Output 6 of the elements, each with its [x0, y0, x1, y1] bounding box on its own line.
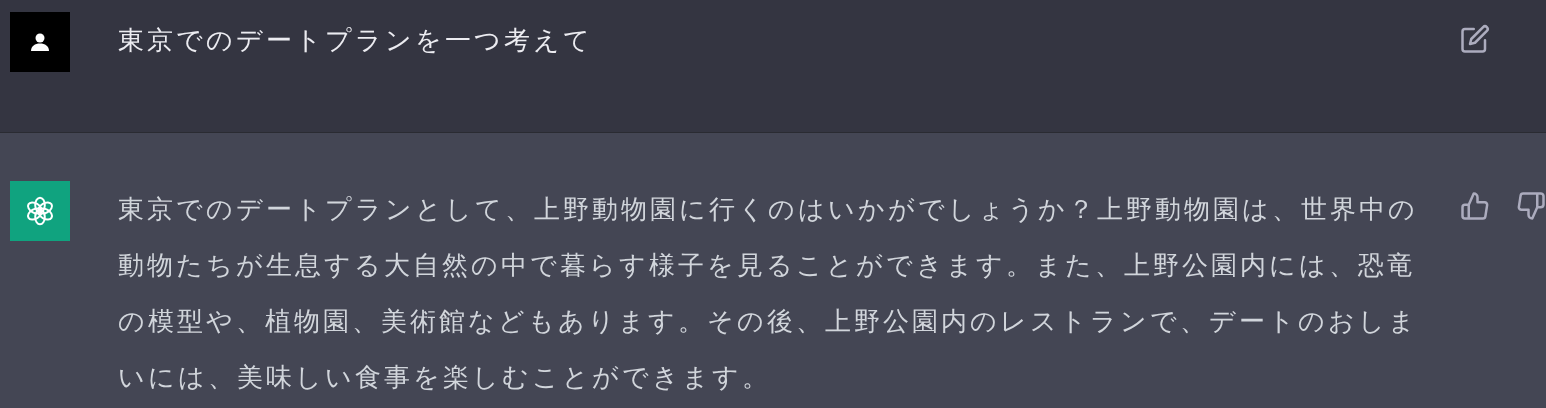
user-message: 東京でのデートプランを一つ考えて [118, 24, 594, 57]
edit-icon[interactable] [1460, 24, 1490, 54]
thumbs-up-icon[interactable] [1460, 191, 1490, 221]
assistant-message: 東京でのデートプランとして、上野動物園に行くのはいかがでしょうか？上野動物園は、世界中の動物たちが生息する大自然の中で暮らす様子を見ることができます。また、上野公園内には、恐竜の模型や、植物園、美術館などもあります。その後、上野公園内のレストランで、デートのおしまいには、美味しい食事を楽しむことができます。 [118, 193, 1419, 394]
knot-logo-icon [24, 195, 56, 227]
thumbs-down-icon[interactable] [1516, 191, 1546, 221]
